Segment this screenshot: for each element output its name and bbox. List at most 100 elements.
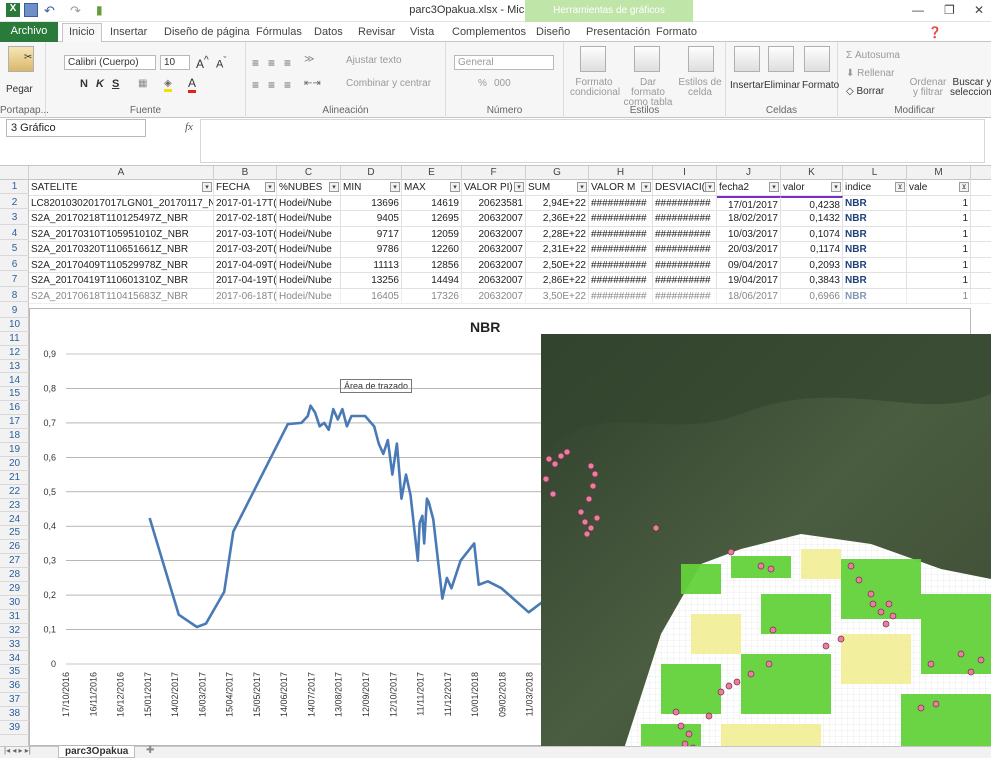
align-top-icon[interactable]: ≡ bbox=[252, 56, 259, 70]
cell[interactable]: 2017-03-20T( bbox=[214, 242, 277, 258]
row-number[interactable]: 20 bbox=[0, 457, 29, 471]
row-number[interactable]: 12 bbox=[0, 346, 29, 360]
cell[interactable]: ########## bbox=[653, 226, 717, 242]
row-number[interactable]: 16 bbox=[0, 401, 29, 416]
conditional-format-button[interactable]: Formato condicional bbox=[570, 78, 620, 98]
header-cell[interactable]: SATELITE ▾ bbox=[29, 180, 214, 196]
row-number[interactable]: 7 bbox=[0, 273, 29, 287]
cell[interactable]: S2A_20170320T110651661Z_NBR bbox=[29, 242, 214, 258]
filter-dropdown-icon[interactable]: ▾ bbox=[202, 182, 212, 192]
row-number[interactable]: 38 bbox=[0, 707, 29, 721]
cell[interactable]: ########## bbox=[589, 288, 653, 304]
cell[interactable]: 12059 bbox=[402, 226, 462, 242]
cell[interactable]: NBR bbox=[843, 195, 907, 211]
delete-button[interactable]: Eliminar bbox=[764, 80, 800, 91]
cell[interactable]: 1 bbox=[907, 257, 971, 273]
cell[interactable]: 2,36E+22 bbox=[526, 211, 589, 227]
row-number[interactable]: 34 bbox=[0, 652, 29, 666]
merge-center-button[interactable]: Combinar y centrar bbox=[346, 78, 431, 89]
format-table-button[interactable]: Dar formato como tabla bbox=[622, 78, 674, 108]
cell[interactable]: 2017-01-17T( bbox=[214, 195, 277, 211]
filter-dropdown-icon[interactable]: ⊻ bbox=[959, 182, 969, 192]
filter-dropdown-icon[interactable]: ▾ bbox=[705, 182, 715, 192]
font-color-icon[interactable]: A bbox=[188, 76, 197, 93]
fill-button[interactable]: ⬇ Rellenar bbox=[846, 68, 894, 79]
cell[interactable]: 12856 bbox=[402, 257, 462, 273]
row-number[interactable]: 36 bbox=[0, 679, 29, 694]
insert-button[interactable]: Insertar bbox=[730, 80, 764, 91]
header-cell[interactable]: DESVIACI(▾ bbox=[653, 180, 717, 196]
cell[interactable]: NBR bbox=[843, 211, 907, 227]
cell[interactable]: Hodei/Nube bbox=[277, 273, 341, 289]
align-bottom-icon[interactable]: ≡ bbox=[284, 56, 291, 70]
header-cell[interactable]: fecha2 ▾ bbox=[717, 180, 781, 196]
cell-grid[interactable]: SATELITE ▾ FECHA ▾ %NUBES ▾ MIN ▾ MAX ▾ VALOR PI) ▾… bbox=[29, 180, 991, 308]
cell[interactable]: 20632007 bbox=[462, 242, 526, 258]
thousands-button[interactable]: 000 bbox=[494, 78, 511, 89]
cell[interactable]: S2A_20170618T110415683Z_NBR bbox=[29, 288, 214, 304]
cell[interactable]: 1 bbox=[907, 211, 971, 227]
formula-input[interactable] bbox=[200, 119, 985, 163]
cell[interactable]: 2017-04-19T( bbox=[214, 273, 277, 289]
tab-formulas[interactable]: Fórmulas bbox=[256, 26, 302, 38]
filter-dropdown-icon[interactable]: ▾ bbox=[769, 182, 779, 192]
cell[interactable]: 13256 bbox=[341, 273, 402, 289]
cell[interactable]: 16405 bbox=[341, 288, 402, 304]
cell[interactable]: Hodei/Nube bbox=[277, 211, 341, 227]
row-number[interactable]: 27 bbox=[0, 554, 29, 569]
cell[interactable]: 0,4238 bbox=[781, 195, 843, 211]
row-number[interactable]: 9 bbox=[0, 304, 29, 318]
cell[interactable]: 9405 bbox=[341, 211, 402, 227]
tab-vista[interactable]: Vista bbox=[410, 26, 434, 38]
column-header[interactable]: B bbox=[214, 166, 277, 180]
format-button[interactable]: Formato bbox=[802, 80, 839, 91]
percent-button[interactable]: % bbox=[478, 78, 487, 89]
cell[interactable]: Hodei/Nube bbox=[277, 288, 341, 304]
cell[interactable]: ########## bbox=[589, 273, 653, 289]
row-number[interactable]: 21 bbox=[0, 471, 29, 485]
cell[interactable]: S2A_20170419T110601310Z_NBR bbox=[29, 273, 214, 289]
cell[interactable]: 1 bbox=[907, 195, 971, 211]
header-cell[interactable]: indice ⊻ bbox=[843, 180, 907, 196]
row-number[interactable]: 26 bbox=[0, 540, 29, 555]
align-right-icon[interactable]: ≡ bbox=[284, 78, 291, 92]
cell[interactable]: 13696 bbox=[341, 195, 402, 211]
tab-revisar[interactable]: Revisar bbox=[358, 26, 395, 38]
row-number[interactable]: 11 bbox=[0, 332, 29, 346]
row-number[interactable]: 10 bbox=[0, 318, 29, 332]
cell[interactable]: ########## bbox=[589, 257, 653, 273]
indent-icon[interactable]: ⇤⇥ bbox=[304, 78, 321, 89]
cell[interactable]: 0,2093 bbox=[781, 257, 843, 273]
row-number[interactable]: 19 bbox=[0, 443, 29, 457]
close-icon[interactable]: ✕ bbox=[974, 3, 984, 17]
font-size-select[interactable]: 10 bbox=[160, 55, 190, 70]
underline-button[interactable]: S bbox=[112, 78, 119, 90]
find-select-button[interactable]: Buscar y seleccionar bbox=[950, 78, 991, 98]
header-cell[interactable]: valor ▾ bbox=[781, 180, 843, 196]
tab-insertar[interactable]: Insertar bbox=[110, 26, 147, 38]
tab-presentacion[interactable]: Presentación bbox=[586, 26, 650, 38]
cell[interactable]: 20632007 bbox=[462, 288, 526, 304]
cell[interactable]: 1 bbox=[907, 273, 971, 289]
bold-button[interactable]: N bbox=[80, 78, 88, 90]
tab-datos[interactable]: Datos bbox=[314, 26, 343, 38]
row-number[interactable]: 32 bbox=[0, 624, 29, 638]
cell[interactable]: S2A_20170218T110125497Z_NBR bbox=[29, 211, 214, 227]
fill-color-icon[interactable]: ◈ bbox=[164, 78, 172, 92]
cell[interactable]: 2,86E+22 bbox=[526, 273, 589, 289]
number-format-select[interactable]: General bbox=[454, 55, 554, 70]
cell[interactable]: ########## bbox=[589, 195, 653, 211]
filter-dropdown-icon[interactable]: ▾ bbox=[514, 182, 524, 192]
cell[interactable]: ########## bbox=[589, 226, 653, 242]
sheet-nav-icon[interactable]: |◂ ◂ ▸ ▸| bbox=[4, 746, 31, 755]
row-number[interactable]: 25 bbox=[0, 526, 29, 541]
column-header[interactable]: K bbox=[781, 166, 843, 180]
row-number[interactable]: 4 bbox=[0, 227, 29, 240]
cell[interactable]: 9717 bbox=[341, 226, 402, 242]
cell[interactable]: ########## bbox=[653, 273, 717, 289]
header-cell[interactable]: MAX ▾ bbox=[402, 180, 462, 196]
row-number[interactable]: 24 bbox=[0, 513, 29, 527]
sheet-tab-parc3opakua[interactable]: parc3Opakua bbox=[58, 746, 136, 758]
cell-styles-button[interactable]: Estilos de celda bbox=[678, 78, 722, 98]
align-middle-icon[interactable]: ≡ bbox=[268, 56, 275, 70]
